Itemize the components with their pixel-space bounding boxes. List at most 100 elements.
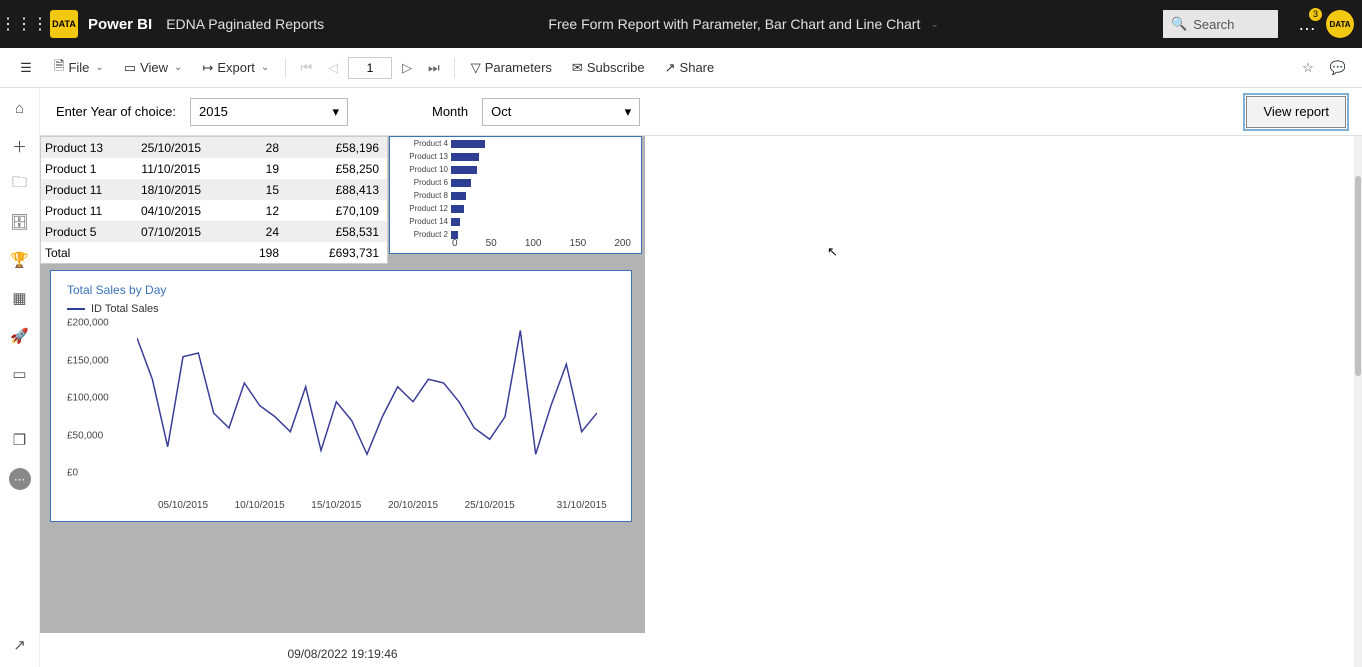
table-total-row: Total 198 £693,731 (41, 242, 387, 263)
bar (451, 192, 466, 200)
x-tick: 10/10/2015 (235, 500, 285, 511)
chevron-down-icon: ⌄ (930, 19, 938, 30)
x-tick: 0 (452, 238, 458, 249)
bar (451, 205, 464, 213)
bar (451, 179, 471, 187)
cell-product: Product 5 (41, 225, 131, 239)
bar (451, 140, 485, 148)
view-report-button[interactable]: View report (1246, 96, 1346, 128)
x-tick: 05/10/2015 (158, 500, 208, 511)
sales-table: Product 13 25/10/2015 28 £58,196 Product… (40, 136, 388, 264)
y-tick: £0 (67, 468, 78, 479)
expand-nav-icon[interactable]: ↗ (10, 635, 30, 655)
scrollbar-thumb[interactable] (1355, 176, 1361, 376)
caret-down-icon: ▾ (332, 104, 339, 120)
learn-icon[interactable]: ▭ (10, 364, 30, 384)
top-header: ⋮⋮⋮ DATA Power BI EDNA Paginated Reports… (0, 0, 1362, 48)
view-menu[interactable]: ▭ View ⌄ (116, 56, 191, 80)
x-tick: 50 (486, 238, 497, 249)
mail-icon: ✉ (572, 60, 583, 76)
bar-label: Product 13 (398, 152, 448, 161)
table-row: Product 5 07/10/2015 24 £58,531 (41, 221, 387, 242)
workspace-selector-icon[interactable]: ⋯ (9, 468, 31, 490)
legend-label: ID Total Sales (91, 303, 159, 315)
view-label: View (140, 60, 168, 75)
chevron-down-icon: ⌄ (95, 62, 103, 73)
bar-row: Product 14 (398, 215, 631, 228)
bar-row: Product 12 (398, 202, 631, 215)
cell-date: 11/10/2015 (131, 162, 211, 176)
page-number-input[interactable] (348, 57, 392, 79)
x-tick: 25/10/2015 (465, 500, 515, 511)
metrics-icon[interactable]: 🏆 (10, 250, 30, 270)
workspace-name[interactable]: EDNA Paginated Reports (166, 16, 324, 32)
cell-qty: 12 (211, 204, 285, 218)
month-dropdown[interactable]: Oct ▾ (482, 98, 640, 126)
total-qty: 198 (211, 246, 285, 260)
apps-icon[interactable]: ▦ (10, 288, 30, 308)
bar (451, 153, 479, 161)
filter-icon: ▽ (471, 60, 481, 76)
favorite-button[interactable]: ☆ (1296, 56, 1320, 80)
cell-product: Product 11 (41, 183, 131, 197)
bar-label: Product 2 (398, 230, 448, 239)
year-value: 2015 (199, 104, 228, 119)
workspaces-icon[interactable]: ❐ (10, 430, 30, 450)
more-menu[interactable]: … 3 (1298, 14, 1316, 35)
cell-amount: £58,250 (285, 162, 385, 176)
notification-badge: 3 (1309, 8, 1322, 21)
x-tick: 15/10/2015 (311, 500, 361, 511)
vertical-scrollbar[interactable] (1354, 136, 1362, 667)
view-icon: ▭ (124, 60, 136, 76)
cell-date: 04/10/2015 (131, 204, 211, 218)
x-tick: 100 (525, 238, 542, 249)
hamburger-icon[interactable]: ☰ (10, 60, 42, 76)
bar-label: Product 4 (398, 139, 448, 148)
subscribe-button[interactable]: ✉ Subscribe (564, 56, 653, 80)
create-icon[interactable]: ＋ (10, 136, 30, 156)
x-tick: 31/10/2015 (557, 500, 607, 511)
caret-down-icon: ▾ (625, 104, 632, 120)
table-row: Product 11 04/10/2015 12 £70,109 (41, 200, 387, 221)
next-page-button[interactable]: ▷ (396, 56, 418, 80)
y-tick: £200,000 (67, 318, 109, 329)
table-row: Product 13 25/10/2015 28 £58,196 (41, 137, 387, 158)
brand-name: Power BI (88, 16, 152, 33)
search-input[interactable]: 🔍 Search (1163, 10, 1278, 38)
first-page-button: ⏮ (294, 56, 318, 80)
share-icon: ↗ (665, 60, 676, 76)
chevron-down-icon: ⌄ (261, 62, 269, 73)
data-hub-icon[interactable]: 🗄 (10, 212, 30, 232)
export-menu[interactable]: ↦ Export ⌄ (194, 56, 277, 80)
y-tick: £50,000 (67, 430, 103, 441)
chevron-down-icon: ⌄ (174, 62, 182, 73)
bar-label: Product 12 (398, 204, 448, 213)
search-placeholder: Search (1193, 17, 1234, 32)
avatar[interactable]: DATA (1326, 10, 1354, 38)
line-chart-legend: ID Total Sales (67, 303, 615, 315)
year-dropdown[interactable]: 2015 ▾ (190, 98, 348, 126)
deployment-icon[interactable]: 🚀 (10, 326, 30, 346)
line-series (137, 323, 597, 473)
subscribe-label: Subscribe (587, 60, 645, 75)
parameters-button[interactable]: ▽ Parameters (463, 56, 560, 80)
file-menu[interactable]: 🗎 File ⌄ (46, 53, 112, 83)
cell-amount: £58,531 (285, 225, 385, 239)
report-title-dropdown[interactable]: Free Form Report with Parameter, Bar Cha… (324, 16, 1163, 32)
legend-swatch (67, 308, 85, 310)
comments-button[interactable]: 💬 (1324, 56, 1352, 80)
app-launcher-icon[interactable]: ⋮⋮⋮ (8, 8, 40, 40)
home-icon[interactable]: ⌂ (10, 98, 30, 118)
left-nav-rail: ⌂ ＋ 🗀 🗄 🏆 ▦ 🚀 ▭ ❐ ⋯ ↗ (0, 88, 40, 667)
cell-amount: £70,109 (285, 204, 385, 218)
export-label: Export (217, 60, 255, 75)
bar-chart: Product 4Product 13Product 10Product 6Pr… (389, 136, 642, 254)
cell-product: Product 1 (41, 162, 131, 176)
file-icon: 🗎 (54, 57, 64, 79)
share-button[interactable]: ↗ Share (657, 56, 723, 80)
month-value: Oct (491, 104, 511, 119)
last-page-button[interactable]: ⏭ (422, 56, 446, 80)
browse-icon[interactable]: 🗀 (10, 174, 30, 194)
bar-label: Product 6 (398, 178, 448, 187)
x-tick: 200 (614, 238, 631, 249)
